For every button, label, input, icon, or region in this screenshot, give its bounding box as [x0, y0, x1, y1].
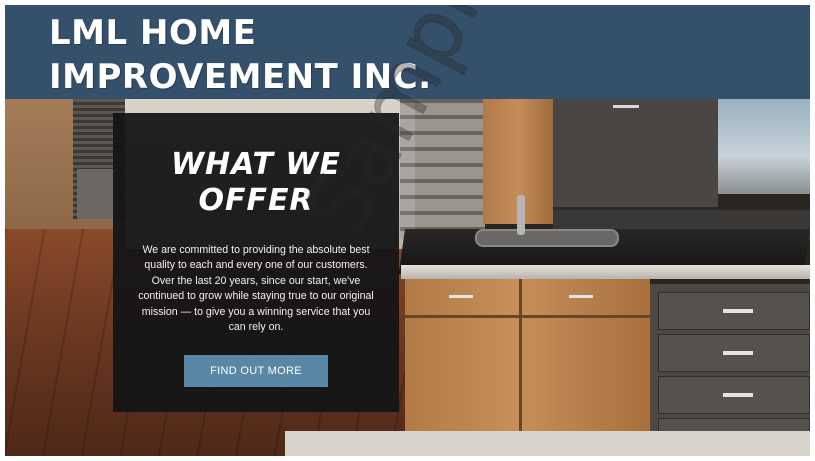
- offer-description: We are committed to providing the absolu…: [138, 244, 374, 334]
- right-window: [718, 99, 810, 194]
- drawer: [658, 292, 810, 330]
- find-out-more-button[interactable]: FIND OUT MORE: [184, 355, 328, 388]
- drawer-handle: [449, 295, 473, 298]
- base-cabinet-wood: [405, 279, 650, 456]
- cabinet-divider: [405, 315, 650, 318]
- drawer: [658, 334, 810, 372]
- wine-rack: [400, 99, 485, 239]
- left-window: [77, 169, 117, 219]
- upper-cabinet-dark: [553, 99, 718, 210]
- offer-title: WHAT WE OFFER: [146, 147, 366, 219]
- brand-logo-text[interactable]: LML HOME IMPROVEMENT INC.: [49, 11, 432, 99]
- counter-edge: [401, 265, 810, 279]
- offer-title-line-2: OFFER: [198, 183, 314, 218]
- offer-title-line-1: WHAT WE: [170, 147, 342, 182]
- drawer-handle: [569, 295, 593, 298]
- brand-line-2: IMPROVEMENT INC.: [49, 57, 432, 97]
- drawer-handle: [723, 309, 753, 313]
- site-header: LML HOME IMPROVEMENT INC.: [5, 5, 810, 99]
- cabinet-divider: [519, 279, 522, 456]
- faucet: [517, 195, 525, 235]
- drawer-handle: [723, 393, 753, 397]
- floor-plinth: [285, 431, 810, 456]
- drawer: [658, 376, 810, 414]
- cabinet-handle: [613, 105, 639, 108]
- page-frame: LML HOME IMPROVEMENT INC. WHAT WE OFFER …: [5, 5, 810, 456]
- offer-card: WHAT WE OFFER We are committed to provid…: [113, 113, 399, 412]
- brand-line-1: LML HOME: [49, 13, 257, 53]
- drawer-handle: [723, 351, 753, 355]
- sink: [475, 229, 619, 247]
